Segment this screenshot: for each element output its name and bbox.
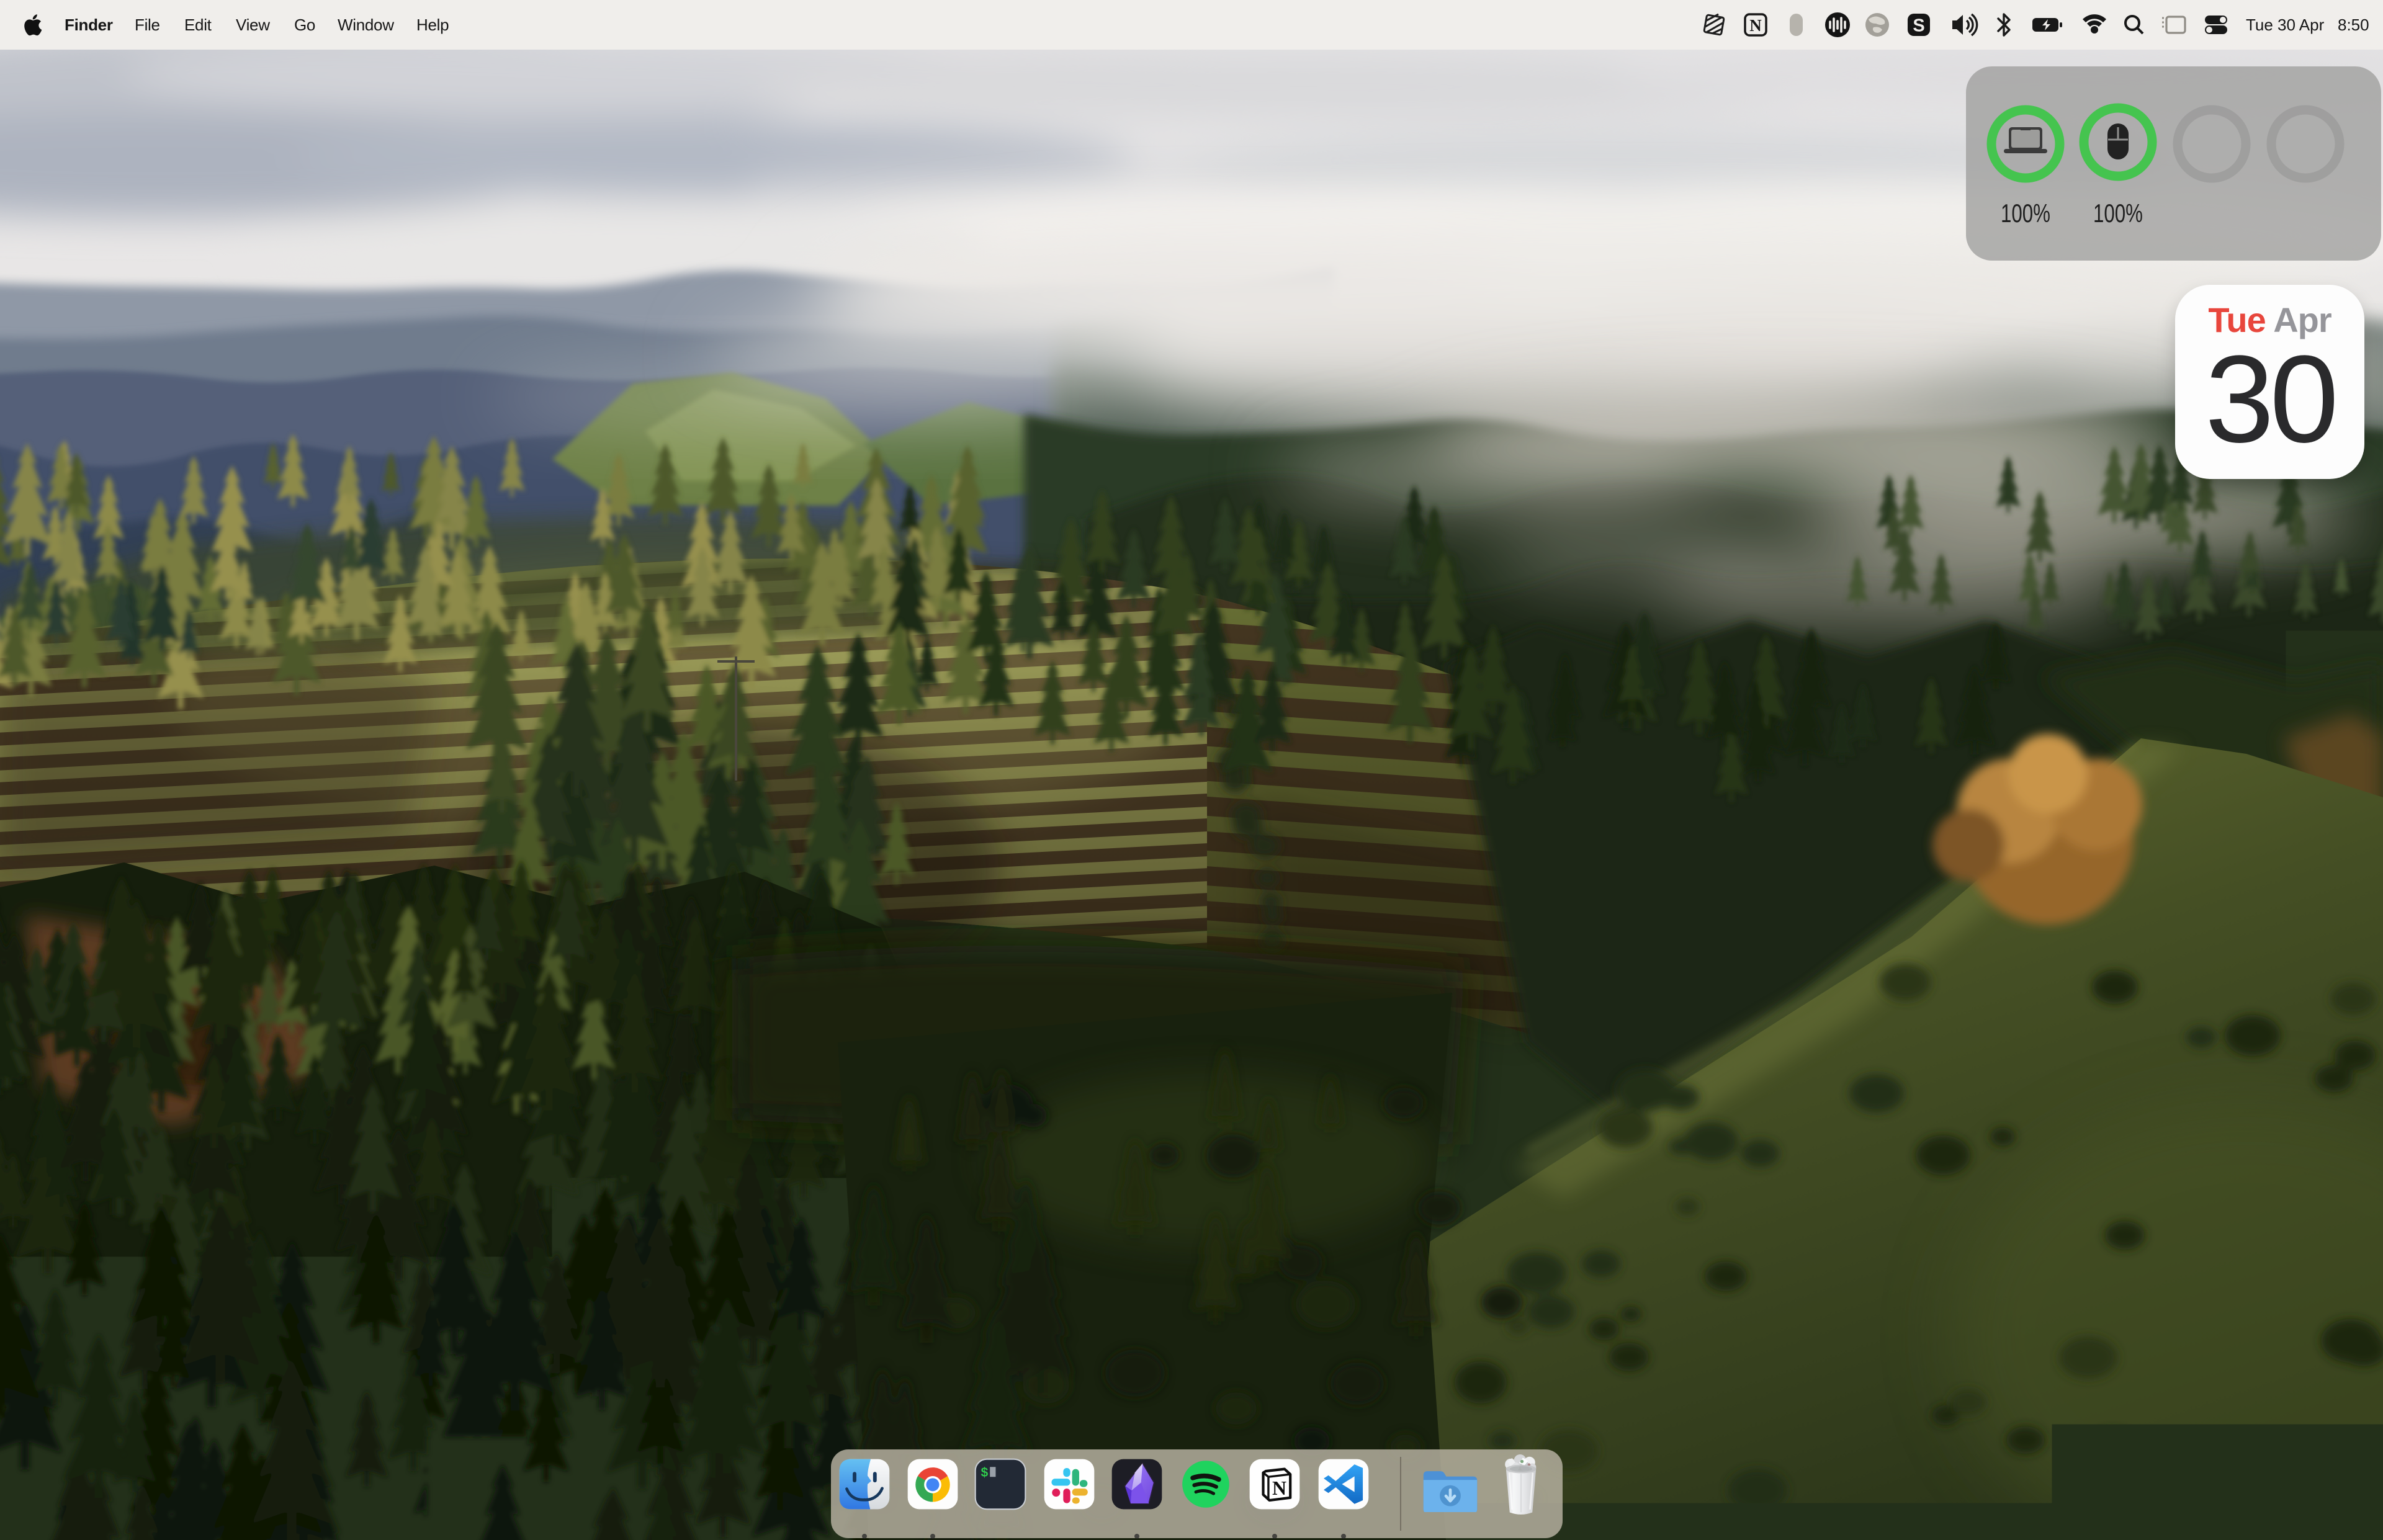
svg-text:8:50: 8:50	[2338, 16, 2369, 34]
svg-text:Tue 30 Apr: Tue 30 Apr	[2246, 16, 2325, 34]
svg-text:100%: 100%	[2093, 199, 2143, 228]
svg-text:N: N	[1749, 16, 1762, 35]
svg-text:$: $	[981, 1466, 989, 1480]
svg-text:100%: 100%	[2001, 199, 2050, 228]
svg-text:N: N	[1272, 1477, 1286, 1499]
svg-text:S: S	[1913, 16, 1924, 36]
